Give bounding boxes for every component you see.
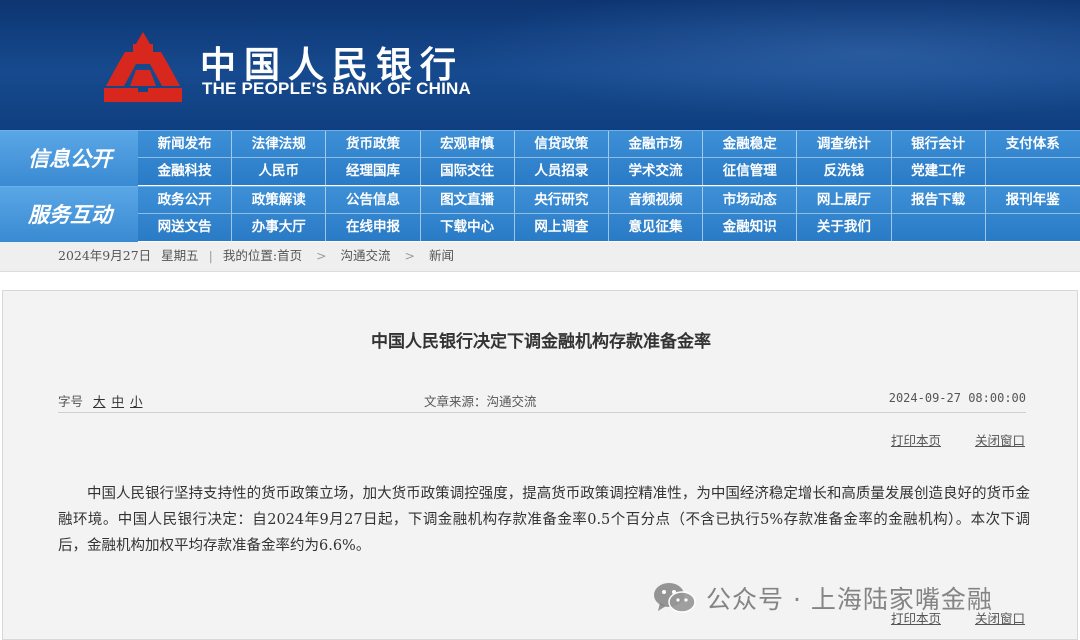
font-size-label: 字号 [58,394,84,409]
nav-item[interactable]: 政策解读 [232,187,327,214]
current-weekday: 星期五 [161,248,199,263]
nav-item[interactable]: 网上调查 [514,214,609,242]
nav-item[interactable]: 金融市场 [608,131,704,158]
site-header: 中国人民银行 THE PEOPLE'S BANK OF CHINA [0,0,1080,130]
nav-item[interactable]: 报刊年鉴 [985,187,1080,214]
breadcrumb-home-link[interactable]: 首页 [277,248,302,263]
nav-item[interactable]: 经理国库 [326,158,421,186]
logo-english-name: THE PEOPLE'S BANK OF CHINA [202,79,471,98]
article-meta: 字号 大 中 小 文章来源：沟通交流 2024-09-27 08:00:00 [58,387,1026,413]
nav-grid-info: 新闻发布 法律法规 货币政策 宏观审慎 信贷政策 金融市场 金融稳定 调查统计 … [138,131,1080,186]
nav-band-info: 信息公开 新闻发布 法律法规 货币政策 宏观审慎 信贷政策 金融市场 金融稳定 … [0,130,1080,186]
nav-item[interactable]: 银行会计 [891,131,986,158]
close-window-link[interactable]: 关闭窗口 [975,433,1025,448]
wechat-icon [654,583,696,613]
breadcrumb-divider: | [208,248,213,263]
article-tools-top: 打印本页 关闭窗口 [861,430,1025,449]
breadcrumb-level2-link[interactable]: 新闻 [429,248,454,263]
chevron-right-icon: > [404,248,416,263]
font-medium-link[interactable]: 中 [112,394,125,409]
nav-item[interactable]: 政务公开 [138,187,233,214]
nav-item[interactable]: 意见征集 [608,214,704,242]
nav-band-service: 服务互动 政务公开 政策解读 公告信息 图文直播 央行研究 音频视频 市场动态 … [0,186,1080,242]
nav-item[interactable]: 人民币 [232,158,327,186]
font-size-controls: 字号 大 中 小 [58,391,143,410]
nav-item[interactable]: 图文直播 [420,187,515,214]
article-body: 中国人民银行坚持支持性的货币政策立场，加大货币政策调控强度，提高货币政策调控精准… [58,486,1030,554]
nav-item[interactable]: 信贷政策 [514,131,609,158]
nav-item[interactable]: 金融知识 [703,214,798,242]
nav-item[interactable]: 人员招录 [514,158,609,186]
nav-item[interactable]: 公告信息 [326,187,421,214]
nav-item[interactable]: 调查统计 [797,131,892,158]
nav-item[interactable]: 央行研究 [514,187,609,214]
header-decoration [380,0,1080,130]
breadcrumb-level1-link[interactable]: 沟通交流 [341,248,391,263]
nav-item[interactable]: 党建工作 [891,158,986,186]
breadcrumb: 2024年9月27日 星期五 | 我的位置:首页 > 沟通交流 > 新闻 [0,242,1080,272]
article-title: 中国人民银行决定下调金融机构存款准备金率 [371,332,711,352]
nav-item[interactable]: 网送文告 [138,214,233,242]
article-datetime: 2024-09-27 08:00:00 [888,391,1026,405]
print-page-link[interactable]: 打印本页 [891,433,941,448]
nav-band-title-service: 服务互动 [0,187,138,242]
nav-item[interactable]: 网上展厅 [797,187,892,214]
nav-item[interactable]: 报告下载 [891,187,986,214]
nav-item-empty [891,214,986,242]
nav-item[interactable]: 新闻发布 [138,131,233,158]
nav-item[interactable]: 金融稳定 [703,131,798,158]
nav-item[interactable]: 市场动态 [703,187,798,214]
watermark: 公众号 · 上海陆家嘴金融 [652,580,993,616]
nav-grid-service: 政务公开 政策解读 公告信息 图文直播 央行研究 音频视频 市场动态 网上展厅 … [138,187,1080,242]
nav-item[interactable]: 下载中心 [420,214,515,242]
article-source: 文章来源：沟通交流 [424,394,537,409]
current-date: 2024年9月27日 [58,248,152,263]
font-small-link[interactable]: 小 [130,394,143,409]
font-large-link[interactable]: 大 [93,394,106,409]
nav-item[interactable]: 宏观审慎 [420,131,515,158]
nav-item[interactable]: 反洗钱 [797,158,892,186]
nav-item[interactable]: 在线申报 [326,214,421,242]
nav-item[interactable]: 金融科技 [138,158,233,186]
nav-item[interactable]: 支付体系 [985,131,1080,158]
nav-item[interactable]: 办事大厅 [232,214,327,242]
nav-band-title-info: 信息公开 [0,131,138,186]
location-label: 我的位置: [222,248,278,263]
nav-item-empty [985,214,1080,242]
nav-item[interactable]: 征信管理 [703,158,798,186]
watermark-text: 公众号 · 上海陆家嘴金融 [706,585,993,614]
chevron-right-icon: > [316,248,327,263]
nav-item[interactable]: 货币政策 [326,131,421,158]
nav-item[interactable]: 国际交往 [420,158,515,186]
pboc-logo-icon[interactable] [100,30,186,106]
nav-item[interactable]: 学术交流 [608,158,704,186]
nav-item[interactable]: 关于我们 [797,214,892,242]
nav-item-empty [985,158,1080,186]
nav-item[interactable]: 法律法规 [232,131,327,158]
nav-item[interactable]: 音频视频 [608,187,704,214]
